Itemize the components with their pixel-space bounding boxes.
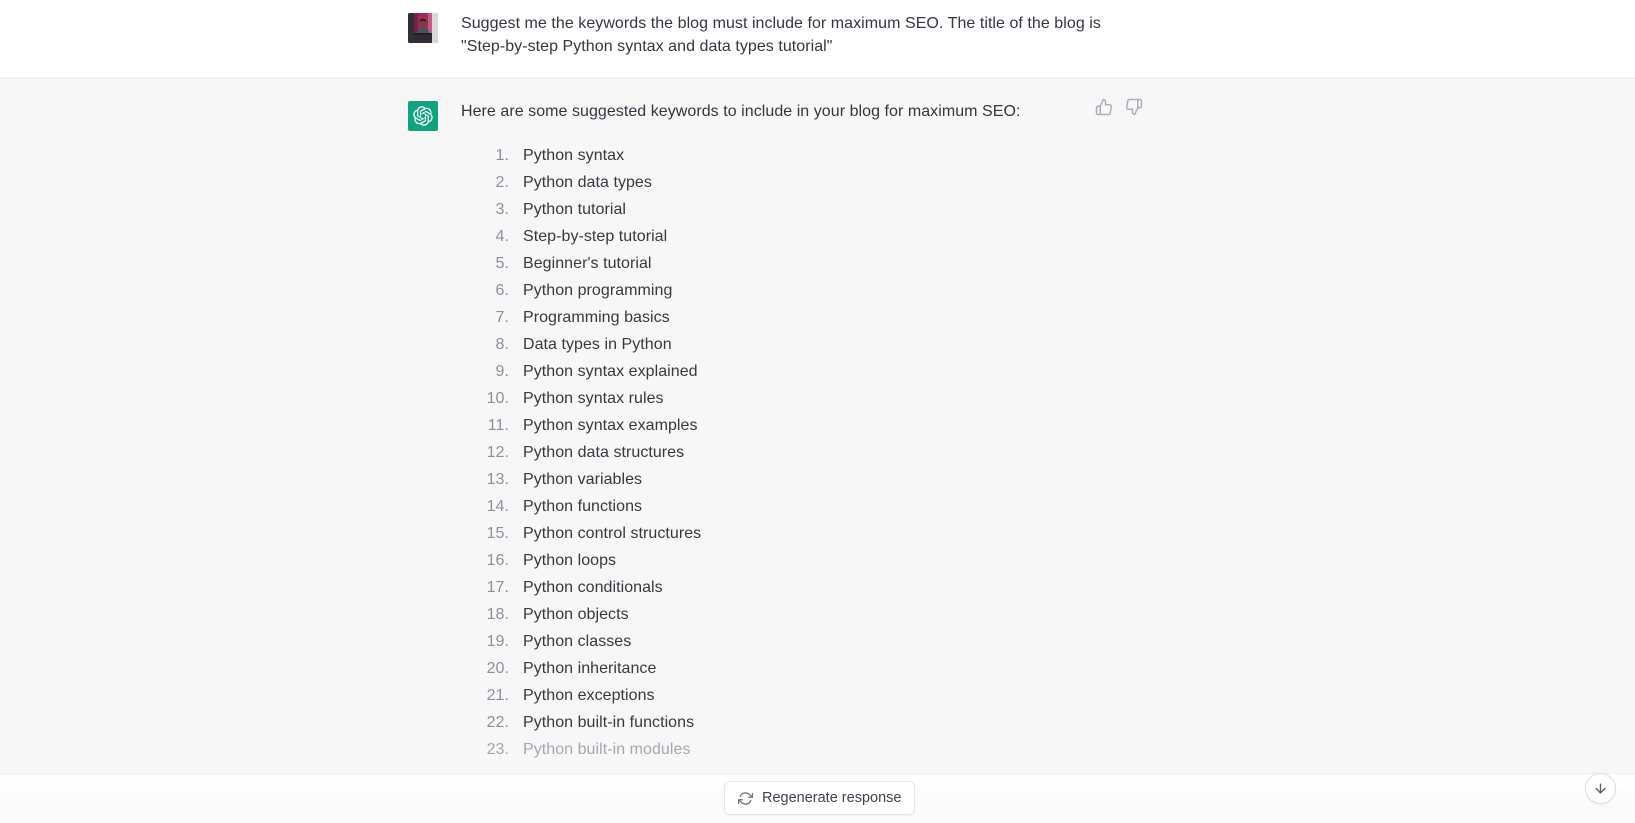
- scroll-to-bottom-button[interactable]: [1585, 773, 1616, 804]
- keyword-list-item: Python variables: [461, 466, 643, 493]
- assistant-message-inner: Here are some suggested keywords to incl…: [0, 79, 1635, 773]
- arrow-down-icon: [1593, 781, 1608, 796]
- user-message-line-2: "Step-by-step Python syntax and data typ…: [461, 37, 833, 55]
- assistant-message-block: Here are some suggested keywords to incl…: [0, 79, 1635, 774]
- keyword-list-item: Python functions: [461, 493, 643, 520]
- keyword-list-item: Python built-in functions: [461, 709, 695, 736]
- keyword-list-item: Python syntax examples: [461, 412, 698, 439]
- thumbs-down-icon[interactable]: [1124, 97, 1144, 117]
- keyword-list-item: Python programming: [461, 277, 673, 304]
- keyword-list: Python syntax Python data types Python tut…: [461, 142, 1151, 763]
- keyword-list-item: Python inheritance: [461, 655, 657, 682]
- keyword-list-item: Python data structures: [461, 439, 685, 466]
- keyword-list-item: Programming basics: [461, 304, 670, 331]
- assistant-message-content: Here are some suggested keywords to incl…: [461, 101, 1151, 763]
- regenerate-area: Regenerate response: [0, 781, 1635, 815]
- keyword-list-item: Python loops: [461, 547, 617, 574]
- user-message-inner: Suggest me the keywords the blog must in…: [0, 0, 1635, 78]
- keyword-list-item: Python exceptions: [461, 682, 655, 709]
- user-avatar-photo: [408, 13, 438, 43]
- feedback-buttons: [1094, 97, 1144, 117]
- keyword-list-item: Python data types: [461, 169, 652, 196]
- user-message-line-1: Suggest me the keywords the blog must in…: [461, 15, 1101, 32]
- keyword-list-item: Python syntax explained: [461, 358, 698, 385]
- keyword-list-item: Python classes: [461, 628, 632, 655]
- keyword-list-item: Python syntax rules: [461, 385, 664, 412]
- keyword-list-item: Python built-in modules: [461, 736, 691, 763]
- thumbs-up-icon[interactable]: [1094, 97, 1114, 117]
- keyword-list-item: Step-by-step tutorial: [461, 223, 668, 250]
- keyword-list-item: Data types in Python: [461, 331, 672, 358]
- chatgpt-logo-icon: [408, 101, 438, 131]
- regenerate-response-button[interactable]: Regenerate response: [724, 781, 916, 815]
- keyword-list-item: Python objects: [461, 601, 629, 628]
- user-message-block: Suggest me the keywords the blog must in…: [0, 0, 1635, 79]
- keyword-list-item: Python tutorial: [461, 196, 627, 223]
- user-avatar-column: [408, 13, 438, 58]
- assistant-avatar-column: [408, 101, 438, 763]
- regenerate-response-label: Regenerate response: [762, 790, 902, 806]
- keyword-list-item: Python conditionals: [461, 574, 663, 601]
- user-message-text: Suggest me the keywords the blog must in…: [461, 13, 1151, 58]
- keyword-list-item: Python control structures: [461, 520, 702, 547]
- refresh-icon: [738, 791, 753, 806]
- assistant-intro-text: Here are some suggested keywords to incl…: [461, 103, 1021, 120]
- keyword-list-item: Python syntax: [461, 142, 625, 169]
- chat-viewport: Suggest me the keywords the blog must in…: [0, 0, 1635, 823]
- keyword-list-item: Beginner's tutorial: [461, 250, 652, 277]
